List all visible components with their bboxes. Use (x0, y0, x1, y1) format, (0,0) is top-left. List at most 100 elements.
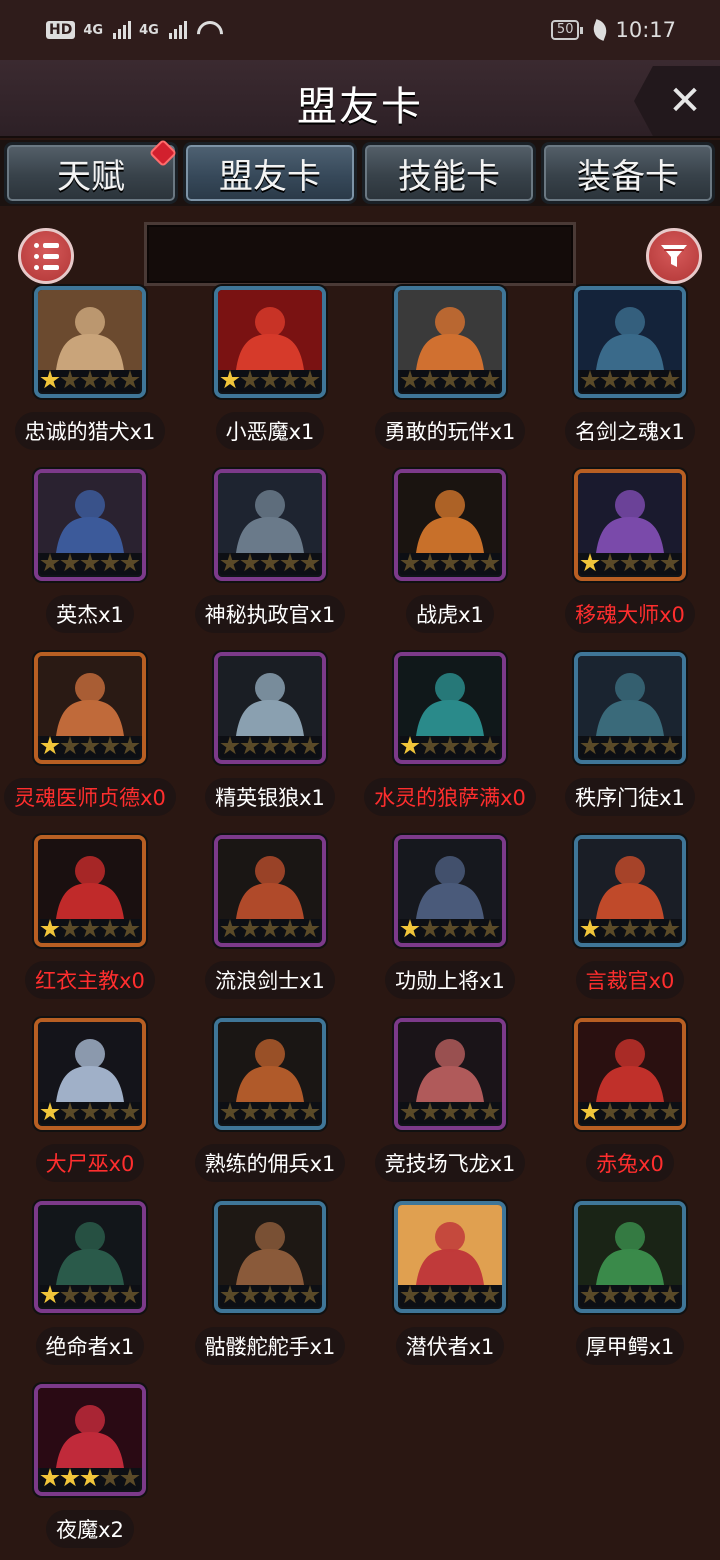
star-icon (80, 1285, 100, 1304)
card-name-label: 名剑之魂x1 (565, 412, 695, 450)
ally-card[interactable]: 流浪剑士x1 (180, 835, 360, 1018)
card-portrait-frame (34, 835, 146, 947)
ally-card[interactable]: 小恶魔x1 (180, 286, 360, 469)
card-name: 勇敢的玩伴x1 (360, 412, 540, 450)
star-rating (400, 736, 500, 758)
star-icon (120, 1468, 140, 1487)
star-icon (300, 1285, 320, 1304)
star-icon (460, 736, 480, 755)
list-view-button[interactable] (18, 228, 74, 284)
ally-card[interactable]: 勇敢的玩伴x1 (360, 286, 540, 469)
search-input[interactable] (144, 222, 576, 286)
signal-label-1: 4G (83, 22, 104, 38)
filter-icon (661, 245, 687, 267)
star-icon (280, 919, 300, 938)
ally-card[interactable]: 灵魂医师贞德x0 (0, 652, 180, 835)
ally-card[interactable]: 言裁官x0 (540, 835, 720, 1018)
arena-wyvern-icon (398, 1022, 502, 1102)
star-icon (60, 1285, 80, 1304)
star-icon (440, 736, 460, 755)
wolf-shaman-icon (398, 656, 502, 736)
star-rating (580, 370, 680, 392)
star-rating (220, 1102, 320, 1124)
card-name-label: 战虎x1 (406, 595, 494, 633)
star-icon (120, 370, 140, 389)
eco-leaf-icon (590, 19, 611, 41)
star-icon (120, 736, 140, 755)
star-icon (580, 736, 600, 755)
star-icon (100, 370, 120, 389)
star-icon (260, 553, 280, 572)
ally-card[interactable]: 潜伏者x1 (360, 1201, 540, 1384)
star-icon (120, 919, 140, 938)
card-name: 骷髅舵舵手x1 (180, 1327, 360, 1365)
star-icon (300, 1102, 320, 1121)
star-icon (280, 1102, 300, 1121)
ally-card[interactable]: 竞技场飞龙x1 (360, 1018, 540, 1201)
star-icon (580, 919, 600, 938)
star-icon (660, 1285, 680, 1304)
star-icon (600, 1102, 620, 1121)
ally-card[interactable]: 骷髅舵舵手x1 (180, 1201, 360, 1384)
wifi-icon (195, 21, 219, 39)
ally-card[interactable]: 绝命者x1 (0, 1201, 180, 1384)
ally-card[interactable]: 精英银狼x1 (180, 652, 360, 835)
star-rating (580, 1285, 680, 1307)
card-name: 大尸巫x0 (0, 1144, 180, 1182)
ally-card[interactable]: 神秘执政官x1 (180, 469, 360, 652)
star-icon (220, 1285, 240, 1304)
card-portrait-frame (34, 1201, 146, 1313)
ally-card[interactable]: 秩序门徒x1 (540, 652, 720, 835)
star-rating (400, 919, 500, 941)
star-icon (40, 736, 60, 755)
star-icon (420, 553, 440, 572)
helmsman-icon (218, 1205, 322, 1285)
star-icon (440, 370, 460, 389)
hd-icon: HD (46, 21, 76, 39)
card-name: 小恶魔x1 (180, 412, 360, 450)
ally-card[interactable]: 厚甲鳄x1 (540, 1201, 720, 1384)
clock: 10:17 (615, 18, 676, 42)
ally-card[interactable]: 水灵的狼萨满x0 (360, 652, 540, 835)
tab-talent[interactable]: 天赋 (4, 138, 178, 204)
ally-card[interactable]: 熟练的佣兵x1 (180, 1018, 360, 1201)
star-icon (600, 1285, 620, 1304)
card-name: 灵魂医师贞德x0 (0, 778, 180, 816)
star-rating (220, 370, 320, 392)
star-icon (260, 736, 280, 755)
card-name-label: 流浪剑士x1 (205, 961, 335, 999)
imp-icon (218, 290, 322, 370)
star-rating (40, 919, 140, 941)
star-icon (60, 370, 80, 389)
ally-card[interactable]: 赤兔x0 (540, 1018, 720, 1201)
star-icon (480, 919, 500, 938)
ally-card[interactable]: 战虎x1 (360, 469, 540, 652)
tab-ally-cards[interactable]: 盟友卡 (183, 142, 357, 204)
tab-skill-cards[interactable]: 技能卡 (362, 142, 536, 204)
ally-card[interactable]: 夜魔x2 (0, 1384, 180, 1560)
filter-button[interactable] (646, 228, 702, 284)
ally-card[interactable]: 移魂大师x0 (540, 469, 720, 652)
star-icon (100, 1468, 120, 1487)
card-portrait-frame (394, 652, 506, 764)
ally-card[interactable]: 功勋上将x1 (360, 835, 540, 1018)
star-icon (420, 919, 440, 938)
tab-equipment-cards[interactable]: 装备卡 (541, 142, 715, 204)
star-icon (240, 919, 260, 938)
tab-label: 盟友卡 (219, 156, 321, 197)
ally-card[interactable]: 大尸巫x0 (0, 1018, 180, 1201)
star-icon (240, 1102, 260, 1121)
card-name: 战虎x1 (360, 595, 540, 633)
star-icon (60, 1468, 80, 1487)
card-portrait-frame (214, 469, 326, 581)
star-icon (460, 553, 480, 572)
ally-card[interactable]: 红衣主教x0 (0, 835, 180, 1018)
ally-card[interactable]: 英杰x1 (0, 469, 180, 652)
star-icon (60, 553, 80, 572)
star-icon (40, 370, 60, 389)
ally-card[interactable]: 名剑之魂x1 (540, 286, 720, 469)
tab-label: 技能卡 (398, 156, 500, 197)
star-icon (400, 1285, 420, 1304)
star-icon (100, 1102, 120, 1121)
ally-card[interactable]: 忠诚的猎犬x1 (0, 286, 180, 469)
